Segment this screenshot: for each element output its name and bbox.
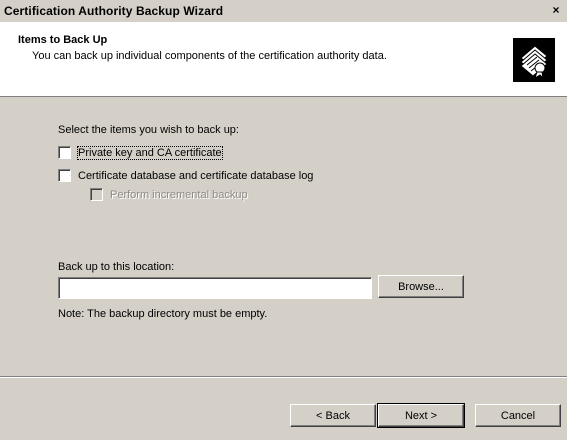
close-icon[interactable]: × bbox=[548, 3, 564, 17]
incremental-backup-label: Perform incremental backup bbox=[110, 188, 248, 201]
incremental-backup-checkbox bbox=[90, 188, 103, 201]
private-key-checkbox[interactable] bbox=[58, 146, 71, 159]
wizard-header: Items to Back Up You can back up individ… bbox=[0, 22, 567, 97]
option-certificate-database[interactable]: Certificate database and certificate dat… bbox=[58, 169, 313, 182]
back-button[interactable]: < Back bbox=[290, 404, 376, 427]
page-title: Items to Back Up bbox=[18, 34, 108, 46]
wizard-window: Certification Authority Backup Wizard × … bbox=[0, 0, 567, 440]
window-title: Certification Authority Backup Wizard bbox=[4, 4, 224, 18]
wizard-content: Select the items you wish to back up: Pr… bbox=[0, 97, 567, 377]
cancel-button[interactable]: Cancel bbox=[475, 404, 561, 427]
backup-location-label: Back up to this location: bbox=[58, 261, 175, 273]
backup-location-input[interactable] bbox=[58, 277, 372, 299]
select-items-prompt: Select the items you wish to back up: bbox=[58, 124, 239, 136]
certificate-database-label[interactable]: Certificate database and certificate dat… bbox=[78, 170, 313, 182]
title-bar[interactable]: Certification Authority Backup Wizard × bbox=[0, 0, 567, 22]
browse-button[interactable]: Browse... bbox=[378, 275, 464, 298]
footer-separator bbox=[0, 376, 567, 378]
next-button[interactable]: Next > bbox=[377, 403, 465, 428]
option-private-key[interactable]: Private key and CA certificate bbox=[58, 145, 223, 160]
certificate-icon bbox=[513, 38, 555, 82]
option-incremental-backup: Perform incremental backup bbox=[90, 188, 248, 201]
private-key-label[interactable]: Private key and CA certificate bbox=[77, 145, 223, 160]
certificate-database-checkbox[interactable] bbox=[58, 169, 71, 182]
backup-note: Note: The backup directory must be empty… bbox=[58, 308, 268, 320]
page-subtitle: You can back up individual components of… bbox=[32, 50, 387, 62]
